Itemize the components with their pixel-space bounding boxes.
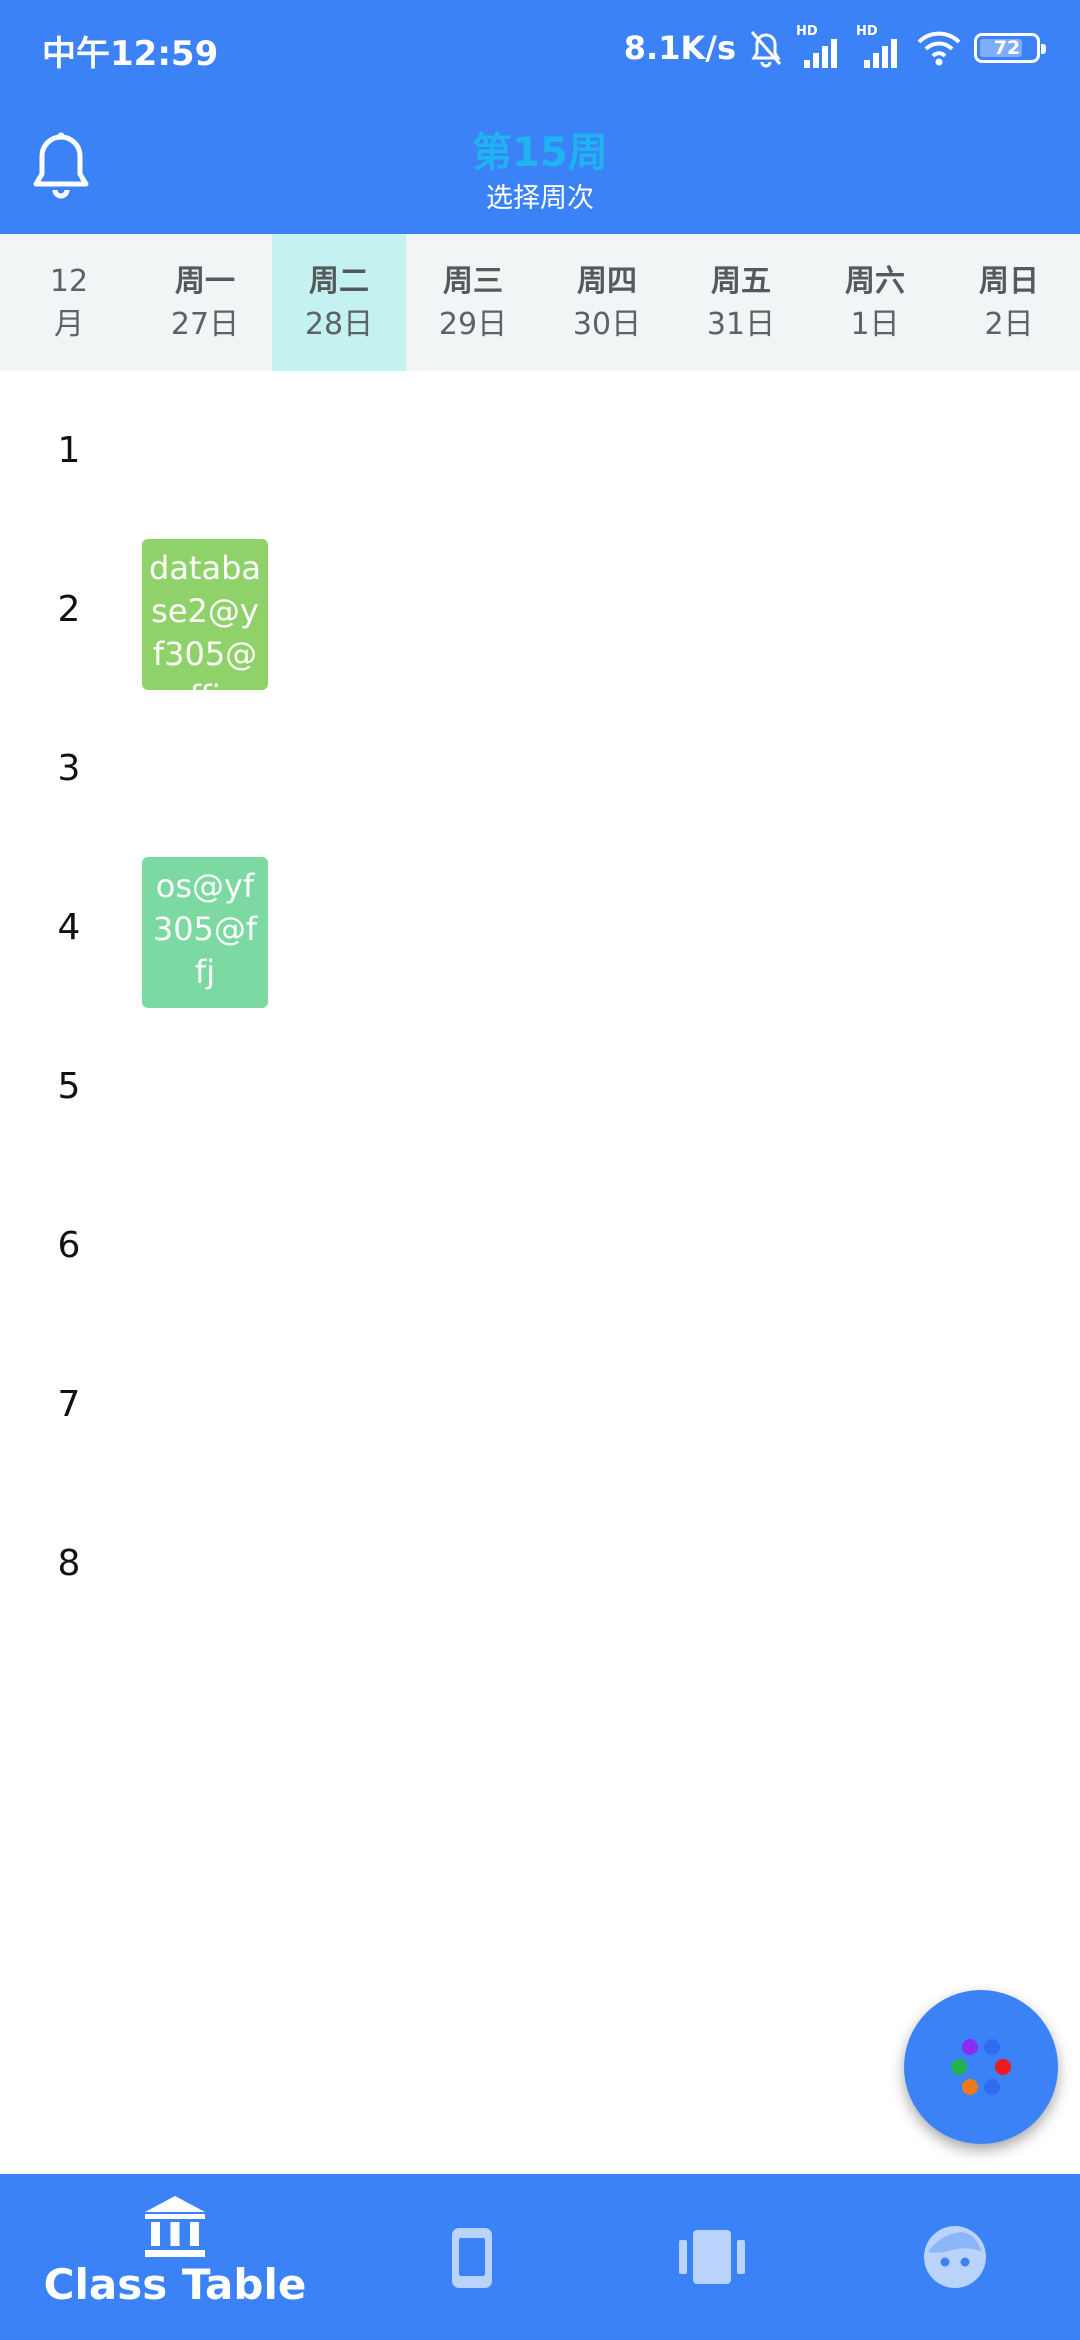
select-week-button[interactable]: 选择周次 xyxy=(0,176,1080,215)
status-bar: 中午12:59 8.1K/s HD HD 72 xyxy=(0,0,1080,96)
wifi-icon xyxy=(917,31,961,66)
date-label: 30日 xyxy=(572,306,642,342)
date-label: 27日 xyxy=(170,306,240,342)
period-number: 4 xyxy=(57,907,81,948)
battery-icon: 72 xyxy=(974,33,1046,63)
status-time: 中午12:59 xyxy=(42,34,219,74)
signal-icon xyxy=(864,39,897,68)
period-number: 6 xyxy=(57,1225,81,1266)
weekday-label: 周日 xyxy=(979,263,1039,299)
period-number: 8 xyxy=(57,1543,81,1584)
fab-button[interactable] xyxy=(904,1990,1058,2144)
timetable-grid[interactable]: 1 2 3 4 5 6 7 8 database2@yf305@ffj os@y… xyxy=(0,371,1080,2171)
weekday-label: 周一 xyxy=(175,263,235,299)
app-header: 第15周 选择周次 xyxy=(0,96,1080,234)
period-number: 7 xyxy=(57,1384,81,1425)
date-label: 2日 xyxy=(984,306,1034,342)
nav-item-3[interactable] xyxy=(660,2174,764,2340)
weekday-label: 周六 xyxy=(845,263,905,299)
battery-level: 72 xyxy=(993,37,1021,59)
face-icon xyxy=(924,2226,986,2288)
color-dots-icon xyxy=(951,2039,1011,2095)
network-speed: 8.1K/s xyxy=(623,29,736,67)
course-card-database[interactable]: database2@yf305@ffj xyxy=(142,539,268,690)
status-icons: 8.1K/s HD HD 72 xyxy=(623,24,1046,72)
weekday-label: 周二 xyxy=(309,263,369,299)
cards-icon xyxy=(679,2230,745,2284)
date-label: 1日 xyxy=(850,306,900,342)
select-week-label[interactable]: 选择周次 xyxy=(486,183,594,214)
weekday-label: 周三 xyxy=(443,263,503,299)
bottom-navigation: Class Table xyxy=(0,2174,1080,2340)
signal-2: HD xyxy=(856,24,904,68)
day-cell-thu[interactable]: 周四 30日 xyxy=(540,234,674,371)
top-app-area: 中午12:59 8.1K/s HD HD 72 第15周 选择周次 xyxy=(0,0,1080,234)
bell-muted-icon xyxy=(750,31,782,68)
date-label: 31日 xyxy=(706,306,776,342)
course-text: os@yf305@ffj xyxy=(152,867,258,991)
nav-item-4[interactable] xyxy=(900,2174,1010,2340)
period-number: 2 xyxy=(57,589,81,630)
day-cell-fri[interactable]: 周五 31日 xyxy=(674,234,808,371)
period-number: 3 xyxy=(57,748,81,789)
phone-icon xyxy=(452,2228,492,2288)
course-card-os[interactable]: os@yf305@ffj xyxy=(142,857,268,1008)
date-header-row: 12 月 周一 27日 周二 28日 周三 29日 周四 30日 周五 31日 … xyxy=(0,234,1080,371)
month-number: 12 xyxy=(49,263,89,299)
day-cell-wed[interactable]: 周三 29日 xyxy=(406,234,540,371)
date-label: 29日 xyxy=(438,306,508,342)
day-cell-mon[interactable]: 周一 27日 xyxy=(138,234,272,371)
period-number: 5 xyxy=(57,1066,81,1107)
nav-item-2[interactable] xyxy=(420,2174,524,2340)
date-label: 28日 xyxy=(304,306,374,342)
week-title[interactable]: 第15周 xyxy=(0,120,1080,178)
bank-icon xyxy=(145,2196,205,2257)
signal-icon xyxy=(804,39,837,68)
day-cell-sat[interactable]: 周六 1日 xyxy=(808,234,942,371)
course-text: database2@yf305@ffj xyxy=(149,549,261,690)
weekday-label: 周四 xyxy=(577,263,637,299)
nav-label: Class Table xyxy=(43,2260,307,2309)
weekday-label: 周五 xyxy=(711,263,771,299)
nav-class-table[interactable]: Class Table xyxy=(40,2174,310,2340)
day-cell-sun[interactable]: 周日 2日 xyxy=(942,234,1076,371)
day-cell-tue-today[interactable]: 周二 28日 xyxy=(272,234,406,371)
period-number: 1 xyxy=(57,430,81,471)
month-unit: 月 xyxy=(54,306,84,342)
month-cell: 12 月 xyxy=(0,234,138,371)
signal-1: HD xyxy=(796,24,844,68)
